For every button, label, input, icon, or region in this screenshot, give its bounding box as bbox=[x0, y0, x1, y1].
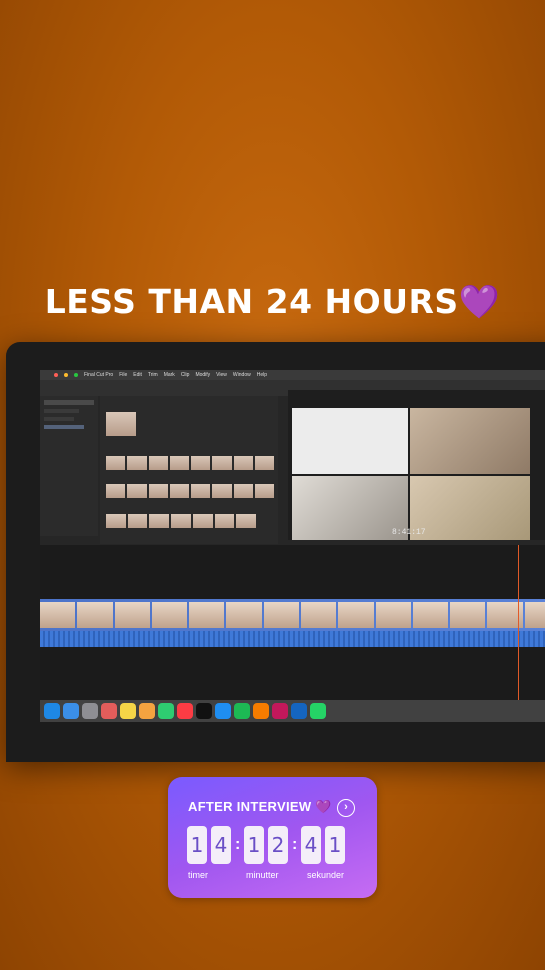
video-tile-guest bbox=[292, 476, 408, 540]
video-tile-guest bbox=[410, 408, 530, 474]
menu-item-mark[interactable]: Mark bbox=[164, 372, 175, 378]
countdown-title-text: AFTER INTERVIEW bbox=[188, 799, 312, 814]
final-cut-icon[interactable] bbox=[272, 703, 288, 719]
minimize-window-icon bbox=[64, 373, 68, 377]
project-thumbnail[interactable] bbox=[106, 412, 136, 436]
mac-dock bbox=[40, 700, 545, 722]
photoshop-icon[interactable] bbox=[291, 703, 307, 719]
library-row-selected[interactable] bbox=[44, 425, 84, 429]
purple-heart-icon: 💜 bbox=[315, 799, 332, 814]
seconds-label: sekunder bbox=[307, 870, 345, 880]
imac-monitor: Final Cut Pro File Edit Trim Mark Clip M… bbox=[6, 342, 545, 762]
countdown-sticker[interactable]: AFTER INTERVIEW 💜 › 1 4 : 1 2 : 4 1 time… bbox=[168, 777, 377, 898]
finder-icon[interactable] bbox=[44, 703, 60, 719]
notes-icon[interactable] bbox=[120, 703, 136, 719]
timecode-display: 8:41:17 bbox=[392, 528, 426, 537]
calendar-icon[interactable] bbox=[101, 703, 117, 719]
app-icon[interactable] bbox=[253, 703, 269, 719]
minutes-digit-2: 2 bbox=[268, 826, 288, 864]
filmstrip-row[interactable] bbox=[106, 456, 274, 470]
playhead[interactable] bbox=[518, 545, 519, 700]
app-store-icon[interactable] bbox=[215, 703, 231, 719]
apple-tv-icon[interactable] bbox=[196, 703, 212, 719]
photos-icon[interactable] bbox=[139, 703, 155, 719]
menu-item-modify[interactable]: Modify bbox=[195, 372, 210, 378]
chevron-right-icon[interactable]: › bbox=[337, 799, 355, 817]
minutes-digit-1: 1 bbox=[244, 826, 264, 864]
library-row[interactable] bbox=[44, 417, 74, 421]
library-sidebar bbox=[40, 396, 98, 536]
music-icon[interactable] bbox=[177, 703, 193, 719]
minutes-label: minutter bbox=[246, 870, 279, 880]
app-icon[interactable] bbox=[82, 703, 98, 719]
timeline[interactable] bbox=[40, 545, 545, 700]
colon-separator: : bbox=[235, 836, 241, 853]
close-window-icon bbox=[54, 373, 58, 377]
mac-menubar: Final Cut Pro File Edit Trim Mark Clip M… bbox=[40, 370, 545, 380]
headline-text: LESS THAN 24 HOURS bbox=[44, 282, 459, 321]
library-row[interactable] bbox=[44, 400, 94, 405]
filmstrip-row[interactable] bbox=[106, 514, 257, 528]
story-headline: LESS THAN 24 HOURS💜 bbox=[0, 282, 545, 322]
video-tile-host bbox=[292, 408, 408, 474]
clip-browser bbox=[100, 396, 278, 544]
safari-icon[interactable] bbox=[63, 703, 79, 719]
menu-item-view[interactable]: View bbox=[216, 372, 227, 378]
hours-digit-2: 4 bbox=[211, 826, 231, 864]
video-tile-guest bbox=[410, 476, 530, 540]
video-viewer[interactable] bbox=[288, 390, 545, 540]
filmstrip-row[interactable] bbox=[106, 484, 274, 498]
seconds-digit-1: 4 bbox=[301, 826, 321, 864]
hours-label: timer bbox=[188, 870, 208, 880]
hours-digit-1: 1 bbox=[187, 826, 207, 864]
menu-item-window[interactable]: Window bbox=[233, 372, 251, 378]
messages-icon[interactable] bbox=[158, 703, 174, 719]
purple-heart-icon: 💜 bbox=[458, 282, 501, 321]
menu-item-clip[interactable]: Clip bbox=[181, 372, 190, 378]
maximize-window-icon bbox=[74, 373, 78, 377]
menu-item-file[interactable]: File bbox=[119, 372, 127, 378]
audio-waveform[interactable] bbox=[40, 631, 545, 647]
countdown-digits: 1 4 : 1 2 : 4 1 bbox=[187, 826, 349, 864]
video-track[interactable] bbox=[40, 599, 545, 631]
countdown-title: AFTER INTERVIEW 💜 bbox=[188, 799, 332, 815]
final-cut-pro-screen: Final Cut Pro File Edit Trim Mark Clip M… bbox=[40, 370, 545, 722]
menu-item-help[interactable]: Help bbox=[257, 372, 267, 378]
whatsapp-icon[interactable] bbox=[310, 703, 326, 719]
menu-item-app[interactable]: Final Cut Pro bbox=[84, 372, 113, 378]
library-row[interactable] bbox=[44, 409, 79, 413]
menu-item-trim[interactable]: Trim bbox=[148, 372, 158, 378]
spotify-icon[interactable] bbox=[234, 703, 250, 719]
colon-separator: : bbox=[292, 836, 298, 853]
menu-item-edit[interactable]: Edit bbox=[133, 372, 142, 378]
seconds-digit-2: 1 bbox=[325, 826, 345, 864]
